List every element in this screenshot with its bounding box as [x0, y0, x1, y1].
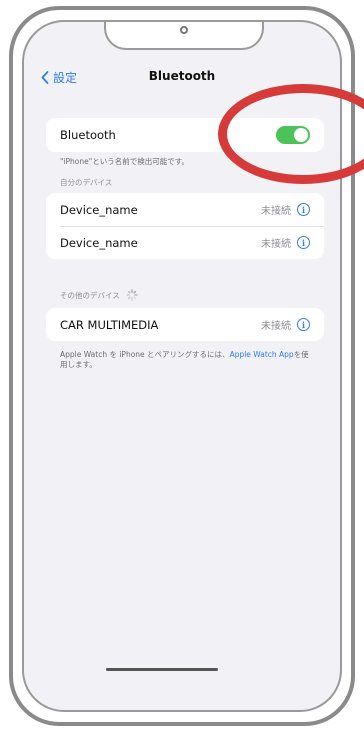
my-devices-header: 自分のデバイス	[60, 178, 113, 187]
device-status: 未接続	[261, 206, 291, 217]
other-devices-card: CAR MULTIMEDIA 未接続 i	[46, 308, 324, 341]
toggle-knob	[294, 128, 308, 142]
info-icon[interactable]: i	[297, 203, 310, 216]
bluetooth-label: Bluetooth	[60, 128, 116, 142]
bluetooth-footnote: "iPhone"という名前で検出可能です。	[60, 157, 189, 166]
device-row[interactable]: Device_name 未接続 i	[46, 226, 324, 259]
apple-watch-note: Apple Watch を iPhone とペアリングするには、Apple Wa…	[60, 350, 312, 370]
device-row[interactable]: Device_name 未接続 i	[46, 193, 324, 226]
phone-screen: 設定 Bluetooth Bluetooth "iPhone"という名前で検出可…	[22, 20, 342, 712]
device-name: Device_name	[60, 235, 138, 250]
spinner-icon	[126, 289, 138, 301]
apple-watch-app-link[interactable]: Apple Watch App	[230, 350, 294, 359]
bluetooth-row: Bluetooth	[46, 118, 324, 152]
bluetooth-toggle[interactable]	[276, 126, 310, 144]
device-status: 未接続	[261, 239, 291, 250]
info-icon[interactable]: i	[297, 318, 310, 331]
my-devices-card: Device_name 未接続 i Device_name 未接続 i	[46, 193, 324, 259]
notch	[104, 22, 264, 50]
note-text: Apple Watch を iPhone とペアリングするには、	[60, 350, 230, 359]
device-status: 未接続	[261, 321, 291, 332]
device-row[interactable]: CAR MULTIMEDIA 未接続 i	[46, 308, 324, 341]
camera-icon	[180, 26, 188, 34]
other-devices-header: その他のデバイス	[60, 290, 120, 300]
info-icon[interactable]: i	[297, 236, 310, 249]
page-title: Bluetooth	[148, 69, 216, 83]
device-name: Device_name	[60, 202, 138, 217]
home-indicator	[106, 668, 218, 671]
other-devices-header-row: その他のデバイス	[60, 289, 138, 301]
device-name: CAR MULTIMEDIA	[60, 317, 159, 332]
bluetooth-card: Bluetooth	[46, 118, 324, 152]
